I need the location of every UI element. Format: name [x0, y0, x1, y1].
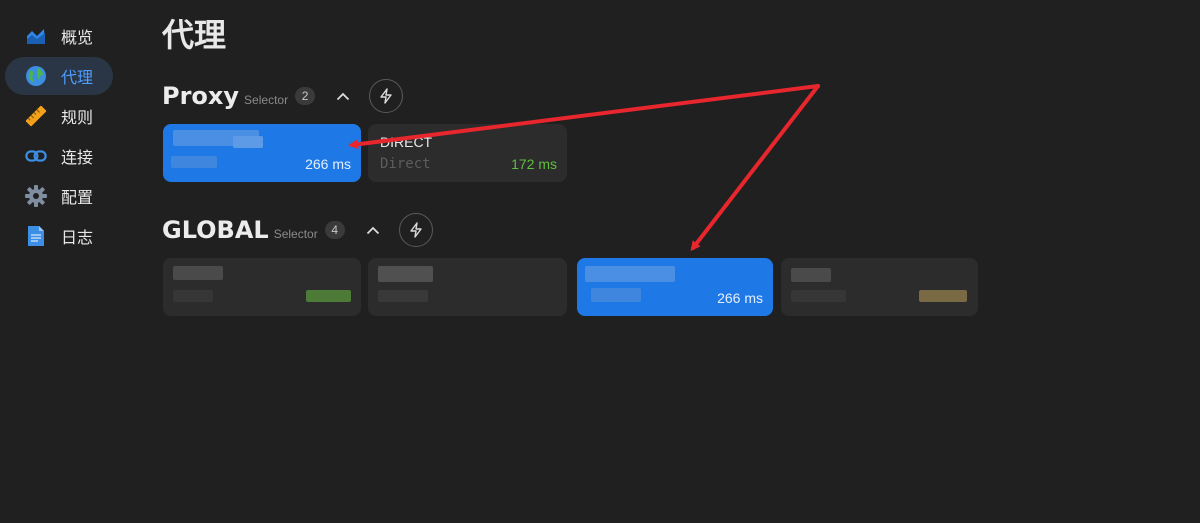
sidebar-item-label: 配置: [61, 188, 94, 207]
lightning-icon: [410, 222, 422, 238]
redacted-name: [173, 266, 223, 280]
redacted-type: [171, 156, 217, 168]
proxy-latency: 172 ms: [511, 156, 557, 172]
gear-icon: [25, 185, 47, 207]
proxy-type: Direct: [380, 156, 431, 172]
group-type: Selector: [244, 93, 289, 107]
sidebar-item-connections[interactable]: 连接: [5, 137, 113, 175]
document-icon: [25, 225, 47, 247]
proxy-latency: 266 ms: [717, 290, 763, 306]
globe-icon: [25, 65, 47, 87]
group-type: Selector: [273, 227, 318, 241]
group-count-badge: 4: [324, 221, 345, 239]
proxy-group-header: Proxy Selector 2: [162, 78, 404, 114]
redacted-latency: [306, 290, 351, 302]
proxy-card[interactable]: DIRECT Direct 172 ms: [368, 124, 567, 182]
sidebar-item-label: 规则: [61, 108, 94, 127]
lightning-icon: [380, 88, 392, 104]
proxy-latency: 266 ms: [305, 156, 351, 172]
sidebar-item-logs[interactable]: 日志: [5, 217, 113, 255]
proxy-card[interactable]: 266 ms: [163, 124, 361, 182]
redacted-name: [378, 266, 433, 282]
redacted-name: [791, 268, 831, 282]
sidebar-item-label: 日志: [61, 228, 94, 247]
proxy-card[interactable]: [163, 258, 361, 316]
redacted-type: [173, 290, 213, 302]
proxy-card[interactable]: [781, 258, 978, 316]
chevron-up-icon: [366, 226, 379, 234]
collapse-button[interactable]: [361, 218, 385, 242]
sidebar-item-proxies[interactable]: 代理: [5, 57, 113, 95]
redacted-type: [791, 290, 846, 302]
redacted-type: [591, 288, 641, 302]
redacted-name: [585, 266, 675, 282]
group-count-badge: 2: [295, 87, 316, 105]
sidebar-item-config[interactable]: 配置: [5, 177, 113, 215]
sidebar-item-label: 概览: [61, 28, 94, 47]
global-group-header: GLOBAL Selector 4: [162, 212, 433, 248]
latency-test-button[interactable]: [398, 213, 433, 247]
link-icon: [25, 145, 47, 167]
redacted-latency: [919, 290, 967, 302]
proxy-card[interactable]: [368, 258, 567, 316]
group-name: GLOBAL: [162, 216, 269, 244]
sidebar-item-rules[interactable]: 规则: [5, 97, 113, 135]
chevron-up-icon: [336, 92, 350, 100]
sidebar-item-overview[interactable]: 概览: [5, 17, 113, 55]
chart-area-icon: [25, 25, 47, 47]
proxy-name: DIRECT: [380, 134, 433, 150]
proxy-card[interactable]: 266 ms: [577, 258, 773, 316]
redacted-type: [378, 290, 428, 302]
latency-test-button[interactable]: [369, 79, 404, 113]
sidebar-item-label: 连接: [61, 148, 94, 167]
annotation-arrow: [690, 84, 820, 252]
group-name: Proxy: [162, 82, 240, 110]
collapse-button[interactable]: [331, 84, 355, 108]
ruler-icon: [25, 105, 47, 127]
page-title: 代理: [162, 16, 227, 54]
redacted-name: [233, 136, 263, 148]
sidebar: 概览 代理 规则 连接 配置 日志: [0, 0, 130, 523]
sidebar-item-label: 代理: [61, 68, 94, 87]
